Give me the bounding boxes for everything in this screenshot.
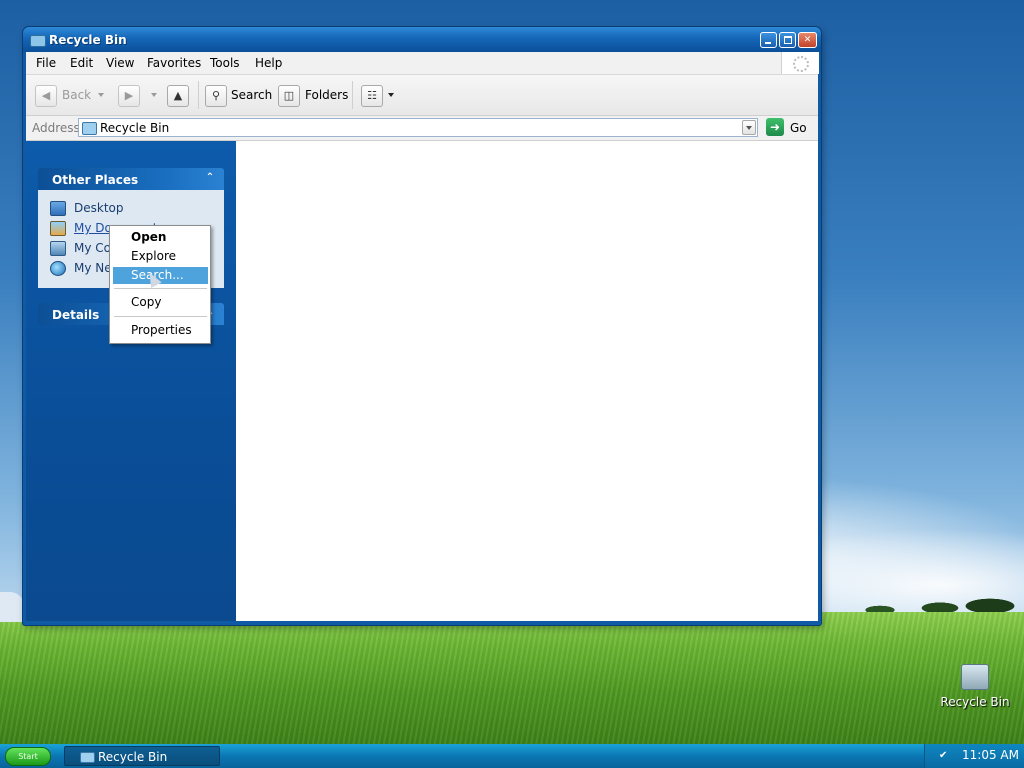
toolbar-separator [198, 81, 199, 109]
menu-favorites[interactable]: Favorites [147, 56, 201, 70]
address-bar: Address Recycle Bin ➜ Go [26, 116, 818, 141]
folders-button-label[interactable]: Folders [305, 88, 348, 102]
my-computer-icon [50, 241, 66, 256]
go-button-label[interactable]: Go [790, 121, 807, 135]
toolbar-separator [352, 81, 353, 109]
recycle-bin-icon [82, 122, 97, 135]
taskbar-window-button[interactable]: Recycle Bin [64, 746, 220, 766]
menu-bar: File Edit View Favorites Tools Help [26, 52, 819, 75]
context-item-open[interactable]: Open [113, 229, 208, 246]
up-folder-button[interactable]: ▲ [167, 85, 189, 107]
back-dropdown-icon[interactable] [98, 93, 104, 97]
search-icon[interactable]: ⚲ [205, 85, 227, 107]
place-label[interactable]: Desktop [74, 201, 124, 215]
start-button[interactable]: Start [5, 747, 51, 766]
address-label: Address [32, 121, 80, 135]
close-button[interactable]: ✕ [798, 32, 817, 48]
minimize-button[interactable] [760, 32, 777, 48]
back-arrow-icon[interactable]: ◀ [35, 85, 57, 107]
recycle-bin-icon [30, 35, 46, 47]
window-title: Recycle Bin [49, 33, 127, 47]
taskbar-button-label[interactable]: Recycle Bin [98, 750, 167, 764]
address-dropdown-icon[interactable] [742, 120, 756, 135]
context-menu: Open Explore Search... Copy Properties [109, 225, 211, 344]
menu-tools[interactable]: Tools [210, 56, 240, 70]
task-pane: Other Places ⌃ Desktop My Documents My C… [26, 141, 236, 621]
folders-icon[interactable]: ◫ [278, 85, 300, 107]
my-documents-icon [50, 221, 66, 236]
recycle-bin-icon [961, 664, 989, 690]
context-item-properties[interactable]: Properties [113, 322, 208, 339]
address-value[interactable]: Recycle Bin [100, 121, 169, 135]
back-button-label[interactable]: Back [62, 88, 91, 102]
forward-dropdown-icon[interactable] [151, 93, 157, 97]
go-arrow-icon[interactable]: ➜ [766, 118, 784, 136]
clock[interactable]: 11:05 AM [962, 748, 1019, 762]
taskbar: Start Recycle Bin ✔ 11:05 AM [0, 744, 1024, 768]
desktop-icon [50, 201, 66, 216]
network-places-icon [50, 261, 66, 276]
other-places-header[interactable]: Other Places ⌃ [38, 168, 224, 190]
views-icon[interactable]: ☷ [361, 85, 383, 107]
context-item-explore[interactable]: Explore [113, 248, 208, 265]
context-separator [114, 316, 207, 317]
throbber-icon [781, 52, 819, 74]
menu-file[interactable]: File [36, 56, 56, 70]
context-item-copy[interactable]: Copy [113, 294, 208, 311]
search-button-label[interactable]: Search [231, 88, 272, 102]
maximize-button[interactable] [779, 32, 796, 48]
file-list-area[interactable] [236, 141, 818, 621]
address-field[interactable]: Recycle Bin [78, 118, 758, 137]
details-title: Details [52, 308, 100, 322]
menu-edit[interactable]: Edit [70, 56, 93, 70]
menu-view[interactable]: View [106, 56, 134, 70]
forward-arrow-icon[interactable]: ▶ [118, 85, 140, 107]
window-titlebar[interactable]: Recycle Bin ✕ [23, 27, 821, 52]
desktop-recycle-bin[interactable]: Recycle Bin [940, 662, 1010, 712]
recycle-bin-icon [80, 752, 95, 763]
views-dropdown-icon[interactable] [388, 93, 394, 97]
toolbar: ◀ Back ▶ ▲ ⚲ Search ◫ Folders ☷ [26, 75, 818, 116]
other-places-title: Other Places [52, 173, 139, 187]
collapse-chevron-icon[interactable]: ⌃ [204, 172, 216, 184]
desktop-wallpaper-grass [0, 612, 1024, 744]
system-tray: ✔ 11:05 AM [924, 744, 1024, 768]
context-separator [114, 288, 207, 289]
menu-help[interactable]: Help [255, 56, 282, 70]
network-status-icon[interactable]: ✔ [939, 749, 953, 763]
desktop-icon-label[interactable]: Recycle Bin [940, 695, 1010, 709]
wallpaper-cloud [0, 592, 24, 622]
